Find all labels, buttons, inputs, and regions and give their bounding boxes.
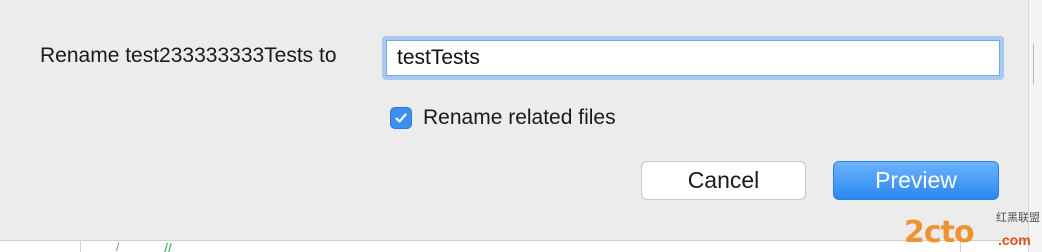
background-glyph: /: [116, 240, 120, 252]
preview-button[interactable]: Preview: [833, 161, 999, 200]
watermark-logo-text: 2cto: [904, 215, 975, 250]
rename-related-files-row[interactable]: Rename related files: [390, 106, 616, 130]
background-divider: [80, 241, 81, 252]
rename-related-files-checkbox[interactable]: [390, 107, 412, 129]
watermark-logo-subtitle: 红黑联盟: [996, 212, 1040, 224]
background-green-glyph: //: [164, 240, 172, 252]
checkmark-icon: [395, 113, 407, 123]
rename-dialog: Rename test233333333Tests to Rename rela…: [0, 0, 1028, 240]
new-name-field-container: [382, 36, 1004, 80]
rename-label: Rename test233333333Tests to: [40, 44, 337, 67]
new-name-input[interactable]: [386, 40, 1000, 76]
cancel-button[interactable]: Cancel: [641, 161, 806, 200]
watermark-logo: 2cto 红黑联盟 .com: [902, 212, 1042, 252]
watermark-logo-suffix: .com: [998, 232, 1031, 248]
background-editor-strip: / //: [0, 240, 1028, 252]
rename-related-files-label: Rename related files: [423, 106, 616, 129]
background-scroll-mark: [1033, 44, 1034, 84]
screen: Rename test233333333Tests to Rename rela…: [0, 0, 1042, 252]
